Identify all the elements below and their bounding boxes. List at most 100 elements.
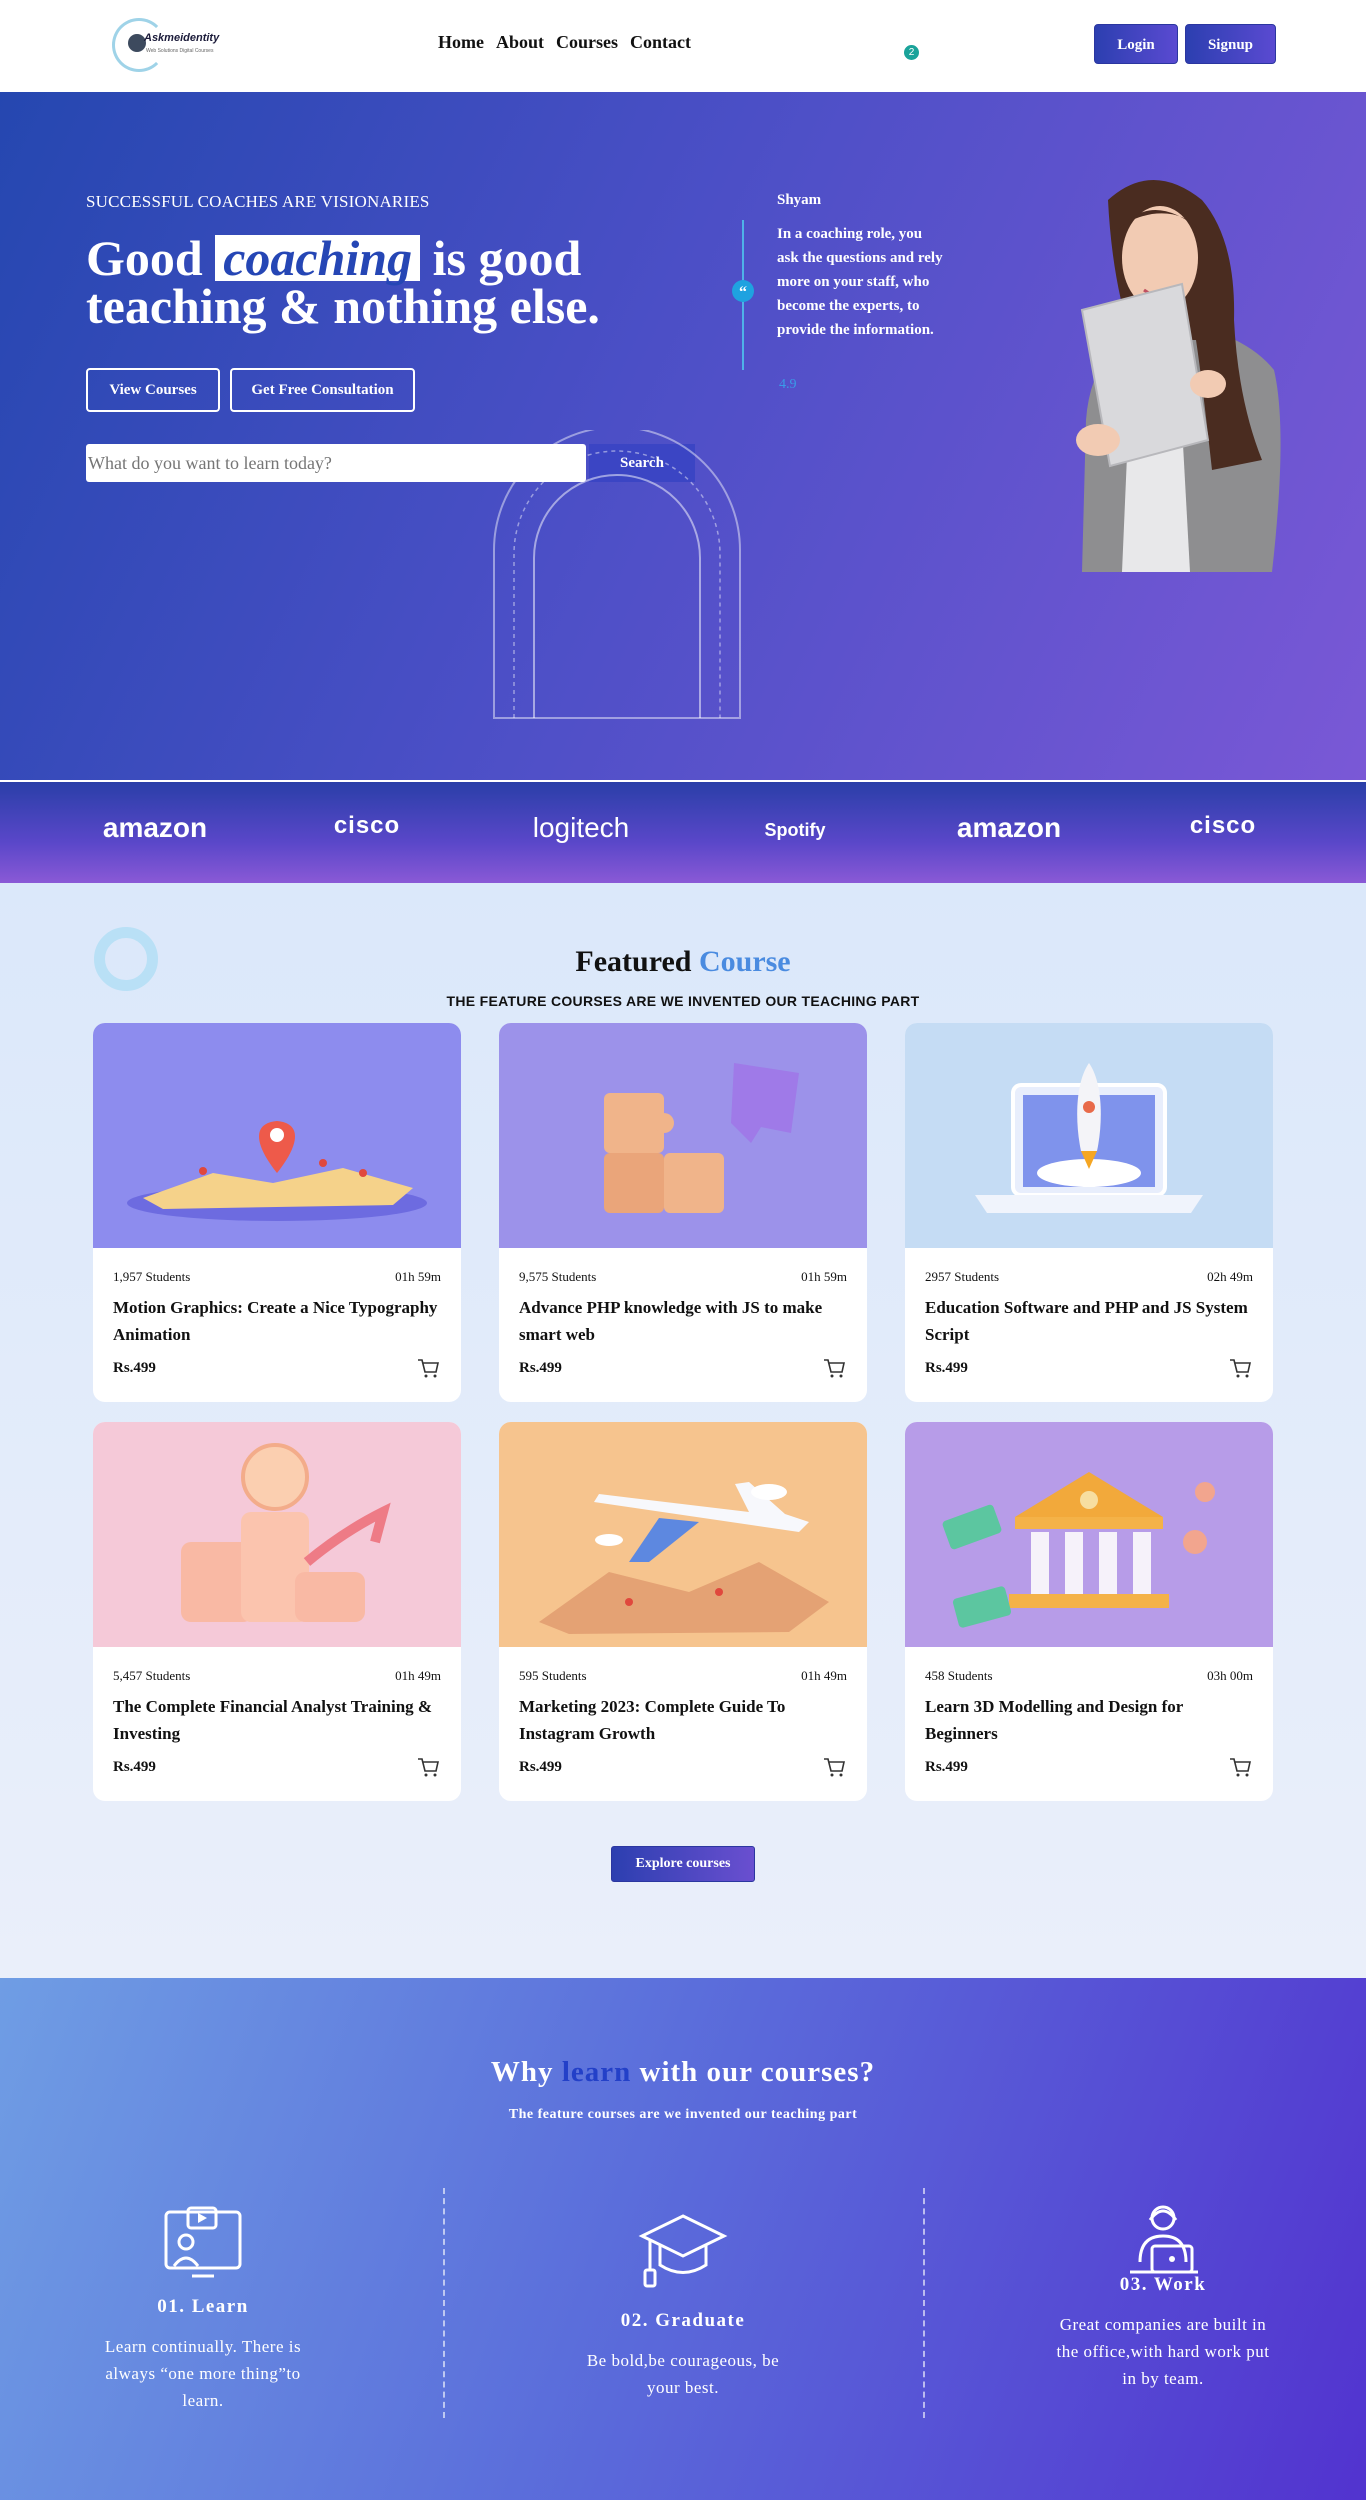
remote-work-icon — [1130, 2205, 1198, 2274]
hero-section: SUCCESSFUL COACHES ARE VISIONARIES Good … — [0, 92, 1366, 780]
brand-logo-spotify: Spotify — [764, 820, 826, 840]
step-divider — [923, 2188, 925, 2418]
course-meta: 595 Students 01h 49m — [519, 1668, 847, 1684]
brand-logo-logitech: logitech — [532, 812, 630, 843]
testimonial-name: Shyam — [777, 192, 822, 208]
course-card[interactable]: 458 Students 03h 00m Learn 3D Modelling … — [905, 1422, 1273, 1801]
course-meta: 1,957 Students 01h 59m — [113, 1269, 441, 1285]
graduation-cap-icon — [638, 2214, 728, 2288]
testimonial-rating: 4.9 — [779, 377, 797, 392]
cart-icon[interactable] — [823, 1757, 845, 1777]
login-button[interactable]: Login — [1094, 24, 1178, 64]
why-title: Why learn with our courses? — [0, 2056, 1366, 2089]
course-meta: 2957 Students 02h 49m — [925, 1269, 1253, 1285]
nav-link-home[interactable]: Home — [438, 32, 484, 53]
cart-count-badge[interactable]: 2 — [904, 45, 919, 60]
course-card[interactable]: 1,957 Students 01h 59m Motion Graphics: … — [93, 1023, 461, 1402]
course-students: 5,457 Students — [113, 1668, 191, 1683]
course-students: 1,957 Students — [113, 1269, 191, 1284]
course-duration: 02h 49m — [1207, 1269, 1253, 1284]
course-card[interactable]: 5,457 Students 01h 49m The Complete Fina… — [93, 1422, 461, 1801]
explore-courses-button[interactable]: Explore courses — [611, 1846, 755, 1882]
why-title-pre: Why — [490, 2056, 554, 2088]
course-title[interactable]: Motion Graphics: Create a Nice Typograph… — [113, 1294, 441, 1348]
featured-courses-section: Featured Course THE FEATURE COURSES ARE … — [0, 883, 1366, 1978]
step-text: Be bold,be courageous, be your best. — [586, 2351, 780, 2397]
featured-subtitle: THE FEATURE COURSES ARE WE INVENTED OUR … — [446, 993, 920, 1009]
course-title[interactable]: Learn 3D Modelling and Design for Beginn… — [925, 1693, 1253, 1747]
featured-title-accent: Course — [698, 945, 791, 978]
quote-icon: “ — [732, 280, 754, 302]
course-image-puzzle — [499, 1023, 867, 1248]
testimonial-text: In a coaching role, you ask the question… — [777, 226, 943, 338]
brand-logo-amazon: amazon — [102, 812, 208, 843]
course-title[interactable]: Advance PHP knowledge with JS to make sm… — [519, 1294, 847, 1348]
brand-logo-amazon: amazon — [956, 812, 1062, 843]
featured-title: Featured Course — [0, 945, 1366, 979]
why-subtitle: The feature courses are we invented our … — [508, 2107, 858, 2122]
course-duration: 01h 49m — [801, 1668, 847, 1683]
featured-title-main: Featured — [575, 945, 692, 978]
course-students: 595 Students — [519, 1668, 587, 1683]
signup-button[interactable]: Signup — [1185, 24, 1276, 64]
course-price: Rs.499 — [925, 1360, 968, 1376]
course-price: Rs.499 — [113, 1360, 156, 1376]
hero-headline: Good coaching is good teaching & nothing… — [86, 233, 686, 331]
cart-icon[interactable] — [417, 1358, 439, 1378]
arch-decoration-icon — [493, 430, 741, 719]
step-title: 01. Learn — [157, 2296, 249, 2317]
course-duration: 01h 59m — [801, 1269, 847, 1284]
course-image-rocket-laptop — [905, 1023, 1273, 1248]
brand-logo-cisco: cisco — [333, 812, 401, 839]
logo-text: Askmeidentity — [144, 32, 220, 44]
video-lesson-icon — [164, 2206, 242, 2278]
course-card[interactable]: 595 Students 01h 49m Marketing 2023: Com… — [499, 1422, 867, 1801]
hero-person-image — [1076, 180, 1281, 572]
course-price: Rs.499 — [113, 1759, 156, 1775]
nav-link-about[interactable]: About — [496, 32, 544, 53]
cart-icon[interactable] — [1229, 1757, 1251, 1777]
free-consultation-button[interactable]: Get Free Consultation — [230, 368, 415, 412]
cart-icon[interactable] — [417, 1757, 439, 1777]
course-price: Rs.499 — [519, 1759, 562, 1775]
site-logo[interactable]: Askmeidentity Web Solutions Digital Cour… — [112, 18, 230, 72]
brand-logo-cisco: cisco — [1189, 812, 1257, 839]
course-image-airplane — [499, 1422, 867, 1647]
course-students: 9,575 Students — [519, 1269, 597, 1284]
course-meta: 9,575 Students 01h 59m — [519, 1269, 847, 1285]
hero-eyebrow: SUCCESSFUL COACHES ARE VISIONARIES — [86, 192, 430, 211]
logo-tagline: Web Solutions Digital Courses — [146, 48, 214, 54]
partner-brands-strip: amazon cisco logitech Spotify amazon cis… — [0, 780, 1366, 883]
why-title-post: with our courses? — [639, 2056, 876, 2088]
step-title: 03. Work — [1119, 2274, 1207, 2295]
course-title[interactable]: The Complete Financial Analyst Training … — [113, 1693, 441, 1747]
cart-icon[interactable] — [1229, 1358, 1251, 1378]
course-card[interactable]: 2957 Students 02h 49m Education Software… — [905, 1023, 1273, 1402]
course-meta: 458 Students 03h 00m — [925, 1668, 1253, 1684]
nav-link-contact[interactable]: Contact — [630, 32, 691, 53]
course-title[interactable]: Marketing 2023: Complete Guide To Instag… — [519, 1693, 847, 1747]
step-text: Great companies are built in the office,… — [1056, 2315, 1270, 2388]
course-card[interactable]: 9,575 Students 01h 59m Advance PHP knowl… — [499, 1023, 867, 1402]
course-meta: 5,457 Students 01h 49m — [113, 1668, 441, 1684]
course-students: 2957 Students — [925, 1269, 1000, 1284]
course-image-bank — [905, 1422, 1273, 1647]
course-price: Rs.499 — [519, 1360, 562, 1376]
main-menu: Home About Courses Contact — [438, 32, 691, 53]
headline-highlight: coaching — [215, 233, 421, 283]
top-navbar: Askmeidentity Web Solutions Digital Cour… — [0, 0, 1366, 92]
course-students: 458 Students — [925, 1668, 993, 1683]
nav-link-courses[interactable]: Courses — [556, 32, 618, 53]
course-duration: 01h 59m — [395, 1269, 441, 1284]
course-image-map — [93, 1023, 461, 1248]
step-divider — [443, 2188, 445, 2418]
course-price: Rs.499 — [925, 1759, 968, 1775]
step-text: Learn continually. There is always “one … — [104, 2337, 302, 2410]
course-image-coins — [93, 1422, 461, 1647]
why-title-accent: learn — [561, 2056, 632, 2088]
cart-icon[interactable] — [823, 1358, 845, 1378]
course-title[interactable]: Education Software and PHP and JS System… — [925, 1294, 1253, 1348]
view-courses-button[interactable]: View Courses — [86, 368, 220, 412]
step-title: 02. Graduate — [620, 2310, 746, 2331]
why-learn-section: Why learn with our courses? The feature … — [0, 1978, 1366, 2500]
